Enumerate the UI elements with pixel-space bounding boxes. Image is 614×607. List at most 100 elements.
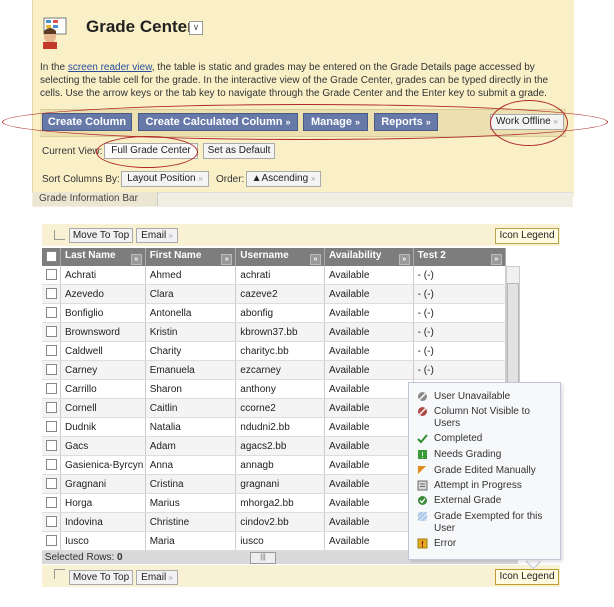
row-checkbox[interactable] (46, 497, 57, 509)
row-checkbox[interactable] (46, 269, 57, 281)
grade-cell[interactable]: - (-) (413, 322, 507, 342)
cell[interactable]: Antonella (145, 303, 237, 323)
row-checkbox[interactable] (46, 421, 57, 433)
cell[interactable]: Clara (145, 284, 237, 304)
move-to-top-button[interactable]: Move To Top (69, 228, 133, 243)
cell[interactable]: Christine (145, 512, 237, 532)
cell[interactable]: Available (324, 284, 414, 304)
cell[interactable]: Available (324, 512, 414, 532)
chevron-down-icon[interactable]: ∨ (189, 21, 203, 35)
cell[interactable]: Horga (60, 493, 146, 513)
cell[interactable]: mhorga2.bb (235, 493, 325, 513)
cell[interactable]: Iusco (60, 531, 146, 551)
cell[interactable]: Sharon (145, 379, 237, 399)
table-row[interactable]: Achrati Ahmed achrati Available - (-) (42, 266, 507, 285)
chevron-down-icon[interactable]: » (398, 253, 410, 265)
cell[interactable]: cindov2.bb (235, 512, 325, 532)
chevron-down-icon[interactable]: » (310, 253, 321, 265)
chevron-down-icon[interactable]: » (130, 253, 142, 265)
cell[interactable]: Bonfiglio (60, 303, 146, 323)
cell[interactable]: iusco (235, 531, 325, 551)
row-checkbox[interactable] (46, 288, 57, 300)
cell[interactable]: Ahmed (145, 266, 237, 285)
email-button[interactable]: Email » (136, 228, 178, 243)
select-all-checkbox[interactable] (46, 251, 57, 263)
cell[interactable]: Available (324, 493, 414, 513)
sort-columns-select[interactable]: Layout Position » (121, 171, 209, 187)
cell[interactable]: Kristin (145, 322, 237, 342)
cell[interactable]: Available (324, 398, 414, 418)
row-checkbox[interactable] (46, 516, 57, 528)
cell[interactable]: Gragnani (60, 474, 146, 494)
cell[interactable]: Carrillo (60, 379, 146, 399)
column-header[interactable]: Availability» (324, 248, 414, 266)
screen-reader-view-link[interactable]: screen reader view (68, 62, 152, 73)
cell[interactable]: Achrati (60, 266, 146, 285)
cell[interactable]: Anna (145, 455, 237, 475)
row-checkbox[interactable] (46, 345, 57, 357)
cell[interactable]: anthony (235, 379, 325, 399)
cell[interactable]: Gasienica-Byrcyn (60, 455, 146, 475)
cell[interactable]: Maria (145, 531, 237, 551)
cell[interactable]: Available (324, 303, 414, 323)
cell[interactable]: Available (324, 417, 414, 437)
table-row[interactable]: Azevedo Clara cazeve2 Available - (-) (42, 284, 507, 304)
icon-legend-button[interactable]: Icon Legend (495, 569, 559, 585)
cell[interactable]: Brownsword (60, 322, 146, 342)
cell[interactable]: Natalia (145, 417, 237, 437)
cell[interactable]: kbrown37.bb (235, 322, 325, 342)
cell[interactable]: Available (324, 474, 414, 494)
row-checkbox[interactable] (46, 383, 57, 395)
cell[interactable]: Dudnik (60, 417, 146, 437)
table-row[interactable]: Carney Emanuela ezcarney Available - (-) (42, 360, 507, 380)
row-checkbox[interactable] (46, 326, 57, 338)
cell[interactable]: Gacs (60, 436, 146, 456)
cell[interactable]: gragnani (235, 474, 325, 494)
row-checkbox[interactable] (46, 402, 57, 414)
cell[interactable]: Available (324, 436, 414, 456)
cell[interactable]: Available (324, 341, 414, 361)
horizontal-scrollbar-thumb[interactable]: ||| (250, 552, 276, 564)
cell[interactable]: Available (324, 322, 414, 342)
cell[interactable]: Carney (60, 360, 146, 380)
row-checkbox[interactable] (46, 478, 57, 490)
cell[interactable]: ezcarney (235, 360, 325, 380)
set-default-button[interactable]: Set as Default (203, 143, 275, 159)
grade-cell[interactable]: - (-) (413, 341, 507, 361)
cell[interactable]: Caitlin (145, 398, 237, 418)
cell[interactable]: Cornell (60, 398, 146, 418)
chevron-down-icon[interactable]: » (221, 253, 233, 265)
move-to-top-button[interactable]: Move To Top (69, 570, 133, 585)
cell[interactable]: cazeve2 (235, 284, 325, 304)
cell[interactable]: agacs2.bb (235, 436, 325, 456)
icon-legend-button[interactable]: Icon Legend (495, 228, 559, 244)
cell[interactable]: Azevedo (60, 284, 146, 304)
table-row[interactable]: Brownsword Kristin kbrown37.bb Available - (… (42, 322, 507, 342)
cell[interactable]: ndudni2.bb (235, 417, 325, 437)
cell[interactable]: Cristina (145, 474, 237, 494)
row-checkbox[interactable] (46, 459, 57, 471)
cell[interactable]: Charity (145, 341, 237, 361)
cell[interactable]: Caldwell (60, 341, 146, 361)
column-header[interactable]: Username» (235, 248, 325, 266)
grade-cell[interactable]: - (-) (413, 266, 507, 285)
chevron-down-icon[interactable]: » (491, 253, 502, 265)
table-row[interactable]: Caldwell Charity charityc.bb Available - (-) (42, 341, 507, 361)
column-header[interactable]: Last Name» (60, 248, 146, 266)
cell[interactable]: Marius (145, 493, 237, 513)
cell[interactable]: Available (324, 360, 414, 380)
cell[interactable]: Available (324, 455, 414, 475)
row-checkbox[interactable] (46, 535, 57, 547)
row-checkbox[interactable] (46, 364, 57, 376)
cell[interactable]: annagb (235, 455, 325, 475)
column-header[interactable]: First Name» (145, 248, 237, 266)
cell[interactable]: Available (324, 266, 414, 285)
grade-cell[interactable]: - (-) (413, 303, 507, 323)
row-checkbox[interactable] (46, 307, 57, 319)
table-row[interactable]: Bonfiglio Antonella abonfig Available - (-) (42, 303, 507, 323)
select-all-header[interactable] (42, 248, 61, 266)
email-button[interactable]: Email » (136, 570, 178, 585)
order-select[interactable]: ▲Ascending » (246, 171, 321, 187)
cell[interactable]: Adam (145, 436, 237, 456)
column-header[interactable]: Test 2» (413, 248, 507, 266)
